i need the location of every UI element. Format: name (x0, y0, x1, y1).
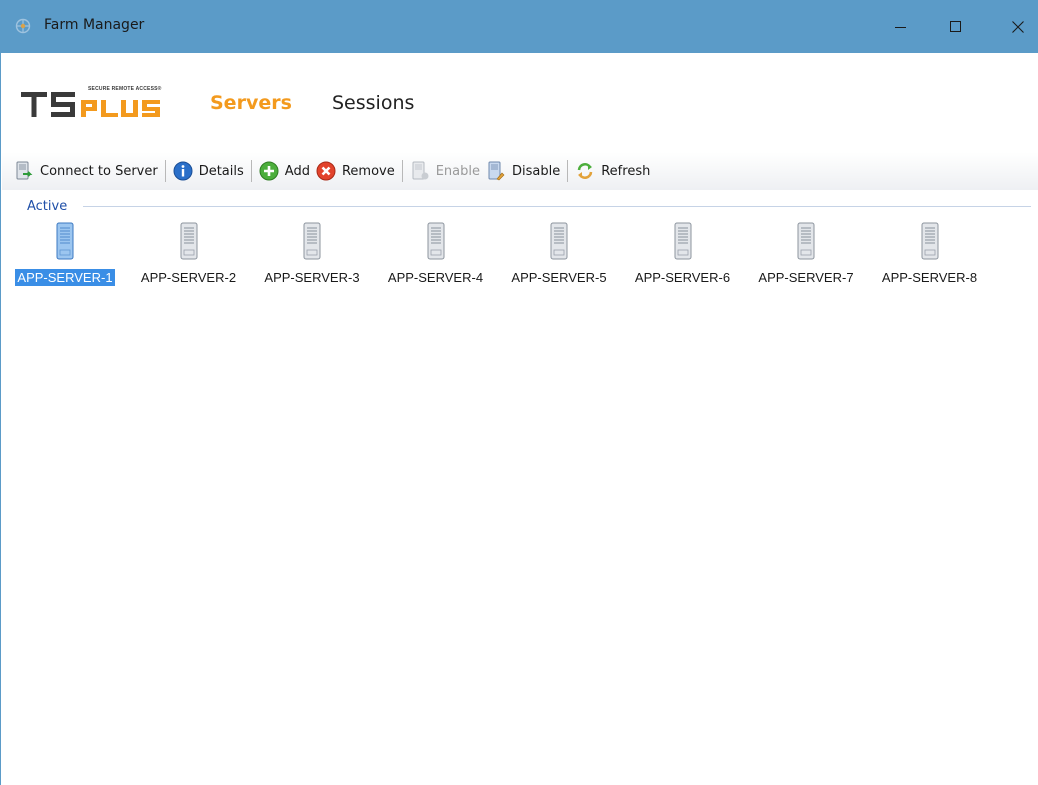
tab-sessions[interactable]: Sessions (332, 92, 414, 114)
farm-manager-window: Farm Manager SECURE REMOTE ACCESS® Serve… (0, 0, 1038, 785)
toolbar: Connect to Server Details Add Remove Ena… (2, 152, 1038, 190)
disable-button[interactable]: Disable (484, 158, 564, 184)
details-label: Details (198, 163, 244, 179)
server-name-text: APP-SERVER-6 (634, 270, 731, 285)
refresh-button[interactable]: Refresh (573, 158, 654, 184)
server-icon (921, 222, 938, 260)
server-name: APP-SERVER-1 (5, 269, 125, 286)
enable-button[interactable]: Enable (408, 158, 484, 184)
server-name-text: APP-SERVER-2 (140, 270, 237, 285)
server-connect-icon (16, 161, 33, 180)
tsplus-logo: SECURE REMOTE ACCESS® (21, 86, 187, 120)
server-icon (427, 222, 444, 260)
refresh-label: Refresh (601, 163, 651, 179)
server-item[interactable]: APP-SERVER-5 (499, 220, 619, 290)
server-name-text: APP-SERVER-1 (15, 269, 115, 286)
toolbar-separator (164, 160, 166, 182)
server-disable-icon (488, 161, 505, 181)
server-name-text: APP-SERVER-4 (387, 270, 484, 285)
app-icon (15, 18, 31, 34)
server-icon (797, 222, 815, 260)
server-name-text: APP-SERVER-7 (758, 270, 854, 285)
server-name: APP-SERVER-3 (252, 270, 372, 285)
group-label-active: Active (27, 199, 68, 214)
connect-to-server-button[interactable]: Connect to Server (12, 158, 162, 184)
minimize-icon (895, 26, 906, 28)
server-name: APP-SERVER-8 (870, 270, 990, 285)
server-name: APP-SERVER-4 (376, 270, 496, 285)
close-icon (1012, 20, 1024, 33)
server-icon (674, 222, 691, 260)
connect-label: Connect to Server (40, 163, 158, 179)
server-name-text: APP-SERVER-5 (511, 270, 607, 285)
server-name: APP-SERVER-2 (129, 270, 249, 285)
add-button[interactable]: Add (257, 158, 314, 184)
info-icon (173, 161, 193, 181)
remove-icon (316, 161, 336, 181)
toolbar-separator (250, 160, 252, 182)
server-item[interactable]: APP-SERVER-8 (870, 220, 990, 290)
server-icon (56, 222, 74, 260)
minimize-button[interactable] (878, 0, 924, 53)
server-item[interactable]: APP-SERVER-7 (746, 220, 866, 290)
refresh-icon (577, 163, 593, 179)
server-enable-icon (412, 161, 429, 180)
maximize-icon (950, 20, 961, 32)
server-item[interactable]: APP-SERVER-6 (623, 220, 743, 290)
logo-tagline: SECURE REMOTE ACCESS® (88, 86, 162, 92)
window-title: Farm Manager (44, 17, 145, 33)
remove-label: Remove (341, 163, 395, 179)
details-button[interactable]: Details (171, 158, 248, 184)
server-name-text: APP-SERVER-3 (264, 270, 360, 285)
add-icon (259, 161, 279, 181)
add-label: Add (284, 163, 310, 179)
server-item[interactable]: APP-SERVER-4 (376, 220, 496, 290)
maximize-button[interactable] (933, 0, 979, 53)
server-name: APP-SERVER-7 (746, 270, 866, 285)
server-item[interactable]: APP-SERVER-2 (129, 220, 249, 290)
enable-label: Enable (435, 163, 480, 179)
close-button[interactable] (995, 0, 1038, 53)
server-icon (303, 222, 321, 260)
toolbar-separator (401, 160, 403, 182)
group-divider (83, 206, 1031, 207)
remove-button[interactable]: Remove (314, 158, 399, 184)
server-icon (550, 222, 568, 260)
title-bar[interactable]: Farm Manager (1, 0, 1038, 53)
server-item[interactable]: APP-SERVER-1 (5, 220, 125, 290)
tab-servers[interactable]: Servers (210, 92, 292, 114)
server-name-text: APP-SERVER-8 (881, 270, 978, 285)
server-name: APP-SERVER-5 (499, 270, 619, 285)
server-name: APP-SERVER-6 (623, 270, 743, 285)
toolbar-separator (567, 160, 569, 182)
disable-label: Disable (512, 163, 561, 179)
server-item[interactable]: APP-SERVER-3 (252, 220, 372, 290)
server-icon (180, 222, 197, 260)
